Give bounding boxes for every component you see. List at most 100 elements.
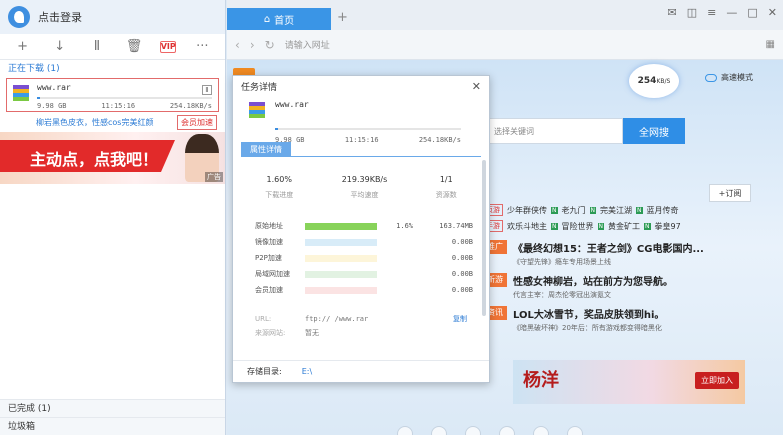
refresh-icon[interactable]: ↻ [265, 38, 275, 52]
download-item[interactable]: www.rar Ⅱ 9.98 GB 11:15:16 254.18KB/s [6, 78, 219, 112]
url-row: URL: ftp:// /www.rar 复制 [241, 314, 481, 324]
login-link[interactable]: 点击登录 [38, 9, 82, 25]
stat-avg-speed: 219.39KB/s 平均速度 [342, 175, 388, 200]
source-bar [305, 270, 377, 278]
home-icon: ⌂ [263, 13, 271, 25]
mail-icon[interactable]: ✉ [668, 6, 677, 19]
tab-properties[interactable]: 属性详情 [241, 142, 291, 156]
trash-section[interactable]: 垃圾箱 [0, 417, 225, 435]
ad-banner[interactable]: 主动点，点我吧！ 广告 [0, 132, 225, 184]
vip-button[interactable]: VIP [160, 40, 177, 53]
download-info-row: 9.98 GB 11:15:16 254.18KB/s [37, 102, 212, 110]
more-button[interactable]: ··· [191, 37, 213, 57]
category-link[interactable]: 拳皇97 [655, 221, 681, 232]
shortcut-icon[interactable] [397, 426, 413, 435]
game-ad-banner[interactable]: 杨洋 立即加入 [513, 360, 745, 404]
task-detail-dialog: 任务详情 ✕ www.rar 9.98 GB 11:15:16 254.18KB… [232, 75, 490, 383]
shortcut-icon[interactable] [465, 426, 481, 435]
stat-label: 资源数 [435, 191, 457, 199]
category-link[interactable]: 冒险世界 [562, 221, 594, 232]
source-site-row: 来源网站: 暂无 [241, 328, 481, 338]
shortcut-icon[interactable] [499, 426, 515, 435]
source-bar [305, 238, 377, 246]
speed-indicator: 254 KB/S [629, 64, 679, 98]
delete-button[interactable]: 🗑 [123, 37, 145, 57]
left-bottom-nav: 已完成 (1) 垃圾箱 [0, 399, 225, 435]
vip-accelerate-button[interactable]: 会员加速 [177, 114, 217, 130]
back-icon[interactable]: ‹ [235, 38, 240, 52]
news-subtitle[interactable]: 《暗黑破坏神》20年后：所有游戏都变得暗黑化 [513, 323, 664, 333]
high-speed-mode[interactable]: 高速模式 [705, 72, 753, 83]
news-item[interactable]: 推广 《最终幻想15：王者之剑》CG电影国内... 《守望先锋》瘾车专用场景上线 [483, 240, 783, 267]
search-button[interactable]: 全网搜 [623, 118, 685, 144]
promo-line: 柳岩黑色皮衣，性感cos完美红颜 会员加速 [0, 112, 225, 132]
new-tab-button[interactable]: + [337, 10, 348, 25]
bottom-icon-row [397, 426, 583, 435]
source-row: P2P加速 0.00B [255, 250, 481, 266]
forward-icon[interactable]: › [250, 38, 255, 52]
cloud-icon [705, 73, 717, 82]
downloading-section-label[interactable]: 正在下载 (1) [0, 60, 225, 78]
pause-task-icon[interactable]: Ⅱ [202, 85, 212, 95]
address-grid-icon[interactable]: ▦ [766, 39, 775, 50]
category-row-mobile: 手游 欢乐斗地主 N 冒险世界 N 黄金矿工 N 拳皇97 [483, 218, 783, 234]
dialog-scrollbar[interactable] [482, 160, 486, 316]
left-panel: 点击登录 + ↓ Ⅱ 🗑 VIP ··· 正在下载 (1) www.rar Ⅱ … [0, 0, 226, 435]
news-title[interactable]: 《最终幻想15：王者之剑》CG电影国内... [513, 240, 704, 255]
source-row: 会员加速 0.00B [255, 282, 481, 298]
search-input[interactable]: 选择关键词 [487, 118, 623, 144]
source-name: 会员加速 [255, 286, 283, 294]
news-subtitle[interactable]: 《守望先锋》瘾车专用场景上线 [513, 257, 704, 267]
dialog-file-info: www.rar 9.98 GB 11:15:16 254.18KB/s [233, 96, 489, 148]
rar-file-icon [13, 85, 31, 103]
tab-home[interactable]: ⌂ 首页 [227, 8, 331, 30]
promo-link[interactable]: 柳岩黑色皮衣，性感cos完美红颜 [36, 117, 153, 128]
source-bar [305, 222, 377, 230]
join-now-button[interactable]: 立即加入 [695, 372, 739, 389]
url-input[interactable]: 请输入网址 [285, 38, 330, 51]
dialog-title: 任务详情 [241, 82, 278, 93]
source-list: 原始地址 1.6% 163.74MB 镜像加速 0.00B P2P加速 0.00… [241, 218, 481, 298]
category-link[interactable]: 黄金矿工 [608, 221, 640, 232]
start-button[interactable]: ↓ [49, 37, 71, 57]
shortcut-icon[interactable] [431, 426, 447, 435]
news-subtitle[interactable]: 代言主宰：周杰伦零冠出演氪文 [513, 290, 673, 300]
download-speed: 254.18KB/s [169, 102, 212, 110]
category-link[interactable]: 欢乐斗地主 [507, 221, 547, 232]
close-icon[interactable]: ✕ [768, 6, 777, 19]
source-name: 局域网加速 [255, 270, 290, 278]
stat-value: 1.60% [266, 175, 292, 184]
source-name: 镜像加速 [255, 238, 283, 246]
subscribe-button[interactable]: +订阅 [709, 184, 751, 202]
category-link[interactable]: 少年群侠传 [507, 205, 547, 216]
download-time: 11:15:16 [101, 102, 136, 110]
close-icon[interactable]: ✕ [472, 80, 481, 93]
storage-dir-link[interactable]: E:\ [302, 367, 312, 376]
add-task-button[interactable]: + [12, 37, 34, 57]
download-size: 9.98 GB [37, 102, 67, 110]
news-item[interactable]: 新游 性感女神柳岩，站在前方为您导航。 代言主宰：周杰伦零冠出演氪文 [483, 273, 783, 300]
news-title[interactable]: LOL大冰雪节，奖品皮肤领到hi。 [513, 306, 664, 321]
shortcut-icon[interactable] [533, 426, 549, 435]
stats-row: 1.60% 下载进度 219.39KB/s 平均速度 1/1 资源数 [241, 175, 481, 200]
url-value: ftp:// /www.rar [305, 315, 369, 323]
pause-button[interactable]: Ⅱ [86, 37, 108, 57]
maximize-icon[interactable]: □ [747, 6, 757, 19]
category-link[interactable]: 完美江湖 [600, 205, 632, 216]
stat-resources: 1/1 资源数 [436, 175, 457, 200]
skin-icon[interactable]: ◫ [687, 6, 697, 19]
minimize-icon[interactable]: — [726, 6, 737, 19]
news-panel: 页游 少年群侠传 N 老九门 N 完美江湖 N 蓝月传奇 手游 欢乐斗地主 N 冒险世界… [483, 202, 783, 412]
category-link[interactable]: 老九门 [562, 205, 586, 216]
news-item[interactable]: 资讯 LOL大冰雪节，奖品皮肤领到hi。 《暗黑破坏神》20年后：所有游戏都变得… [483, 306, 783, 333]
copy-url-button[interactable]: 复制 [453, 314, 467, 324]
shortcut-icon[interactable] [567, 426, 583, 435]
category-link[interactable]: 蓝月传奇 [647, 205, 679, 216]
properties-panel: 1.60% 下载进度 219.39KB/s 平均速度 1/1 资源数 原始地址 … [241, 156, 481, 360]
menu-icon[interactable]: ≡ [707, 6, 716, 19]
banner-ad-label: 广告 [205, 172, 223, 182]
news-title[interactable]: 性感女神柳岩，站在前方为您导航。 [513, 273, 673, 288]
left-header: 点击登录 [0, 0, 225, 34]
xunlei-logo-icon[interactable] [8, 6, 30, 28]
completed-section[interactable]: 已完成 (1) [0, 399, 225, 417]
